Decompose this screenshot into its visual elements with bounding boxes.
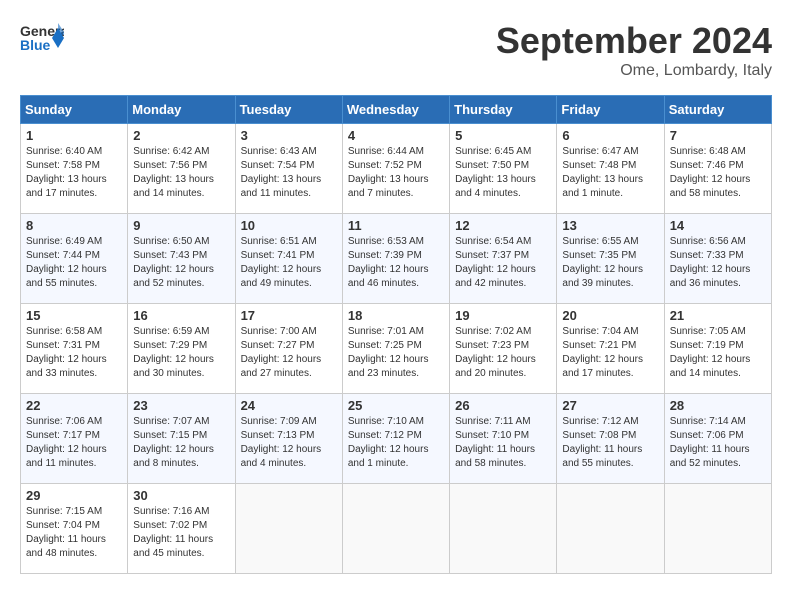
col-header-tuesday: Tuesday [235, 96, 342, 124]
table-row: 21Sunrise: 7:05 AMSunset: 7:19 PMDayligh… [664, 304, 771, 394]
title-block: September 2024 Ome, Lombardy, Italy [496, 20, 772, 80]
table-row: 6Sunrise: 6:47 AMSunset: 7:48 PMDaylight… [557, 124, 664, 214]
table-row: 25Sunrise: 7:10 AMSunset: 7:12 PMDayligh… [342, 394, 449, 484]
location: Ome, Lombardy, Italy [496, 62, 772, 80]
table-row: 27Sunrise: 7:12 AMSunset: 7:08 PMDayligh… [557, 394, 664, 484]
table-row [450, 484, 557, 574]
calendar-table: SundayMondayTuesdayWednesdayThursdayFrid… [20, 95, 772, 574]
table-row [557, 484, 664, 574]
table-row: 26Sunrise: 7:11 AMSunset: 7:10 PMDayligh… [450, 394, 557, 484]
table-row: 10Sunrise: 6:51 AMSunset: 7:41 PMDayligh… [235, 214, 342, 304]
table-row [342, 484, 449, 574]
table-row: 4Sunrise: 6:44 AMSunset: 7:52 PMDaylight… [342, 124, 449, 214]
table-row: 5Sunrise: 6:45 AMSunset: 7:50 PMDaylight… [450, 124, 557, 214]
table-row: 9Sunrise: 6:50 AMSunset: 7:43 PMDaylight… [128, 214, 235, 304]
table-row: 3Sunrise: 6:43 AMSunset: 7:54 PMDaylight… [235, 124, 342, 214]
table-row: 29Sunrise: 7:15 AMSunset: 7:04 PMDayligh… [21, 484, 128, 574]
table-row: 17Sunrise: 7:00 AMSunset: 7:27 PMDayligh… [235, 304, 342, 394]
table-row: 19Sunrise: 7:02 AMSunset: 7:23 PMDayligh… [450, 304, 557, 394]
table-row: 12Sunrise: 6:54 AMSunset: 7:37 PMDayligh… [450, 214, 557, 304]
table-row: 1Sunrise: 6:40 AMSunset: 7:58 PMDaylight… [21, 124, 128, 214]
logo: General Blue [20, 20, 64, 58]
table-row [664, 484, 771, 574]
col-header-monday: Monday [128, 96, 235, 124]
table-row: 16Sunrise: 6:59 AMSunset: 7:29 PMDayligh… [128, 304, 235, 394]
table-row: 18Sunrise: 7:01 AMSunset: 7:25 PMDayligh… [342, 304, 449, 394]
table-row: 13Sunrise: 6:55 AMSunset: 7:35 PMDayligh… [557, 214, 664, 304]
table-row: 15Sunrise: 6:58 AMSunset: 7:31 PMDayligh… [21, 304, 128, 394]
month-title: September 2024 [496, 20, 772, 62]
table-row: 11Sunrise: 6:53 AMSunset: 7:39 PMDayligh… [342, 214, 449, 304]
table-row: 14Sunrise: 6:56 AMSunset: 7:33 PMDayligh… [664, 214, 771, 304]
table-row: 2Sunrise: 6:42 AMSunset: 7:56 PMDaylight… [128, 124, 235, 214]
table-row: 23Sunrise: 7:07 AMSunset: 7:15 PMDayligh… [128, 394, 235, 484]
table-row [235, 484, 342, 574]
table-row: 22Sunrise: 7:06 AMSunset: 7:17 PMDayligh… [21, 394, 128, 484]
table-row: 20Sunrise: 7:04 AMSunset: 7:21 PMDayligh… [557, 304, 664, 394]
col-header-friday: Friday [557, 96, 664, 124]
table-row: 24Sunrise: 7:09 AMSunset: 7:13 PMDayligh… [235, 394, 342, 484]
col-header-sunday: Sunday [21, 96, 128, 124]
col-header-wednesday: Wednesday [342, 96, 449, 124]
col-header-saturday: Saturday [664, 96, 771, 124]
table-row: 8Sunrise: 6:49 AMSunset: 7:44 PMDaylight… [21, 214, 128, 304]
table-row: 7Sunrise: 6:48 AMSunset: 7:46 PMDaylight… [664, 124, 771, 214]
logo-icon: General Blue [20, 20, 64, 58]
table-row: 30Sunrise: 7:16 AMSunset: 7:02 PMDayligh… [128, 484, 235, 574]
col-header-thursday: Thursday [450, 96, 557, 124]
svg-text:Blue: Blue [20, 37, 51, 53]
table-row: 28Sunrise: 7:14 AMSunset: 7:06 PMDayligh… [664, 394, 771, 484]
